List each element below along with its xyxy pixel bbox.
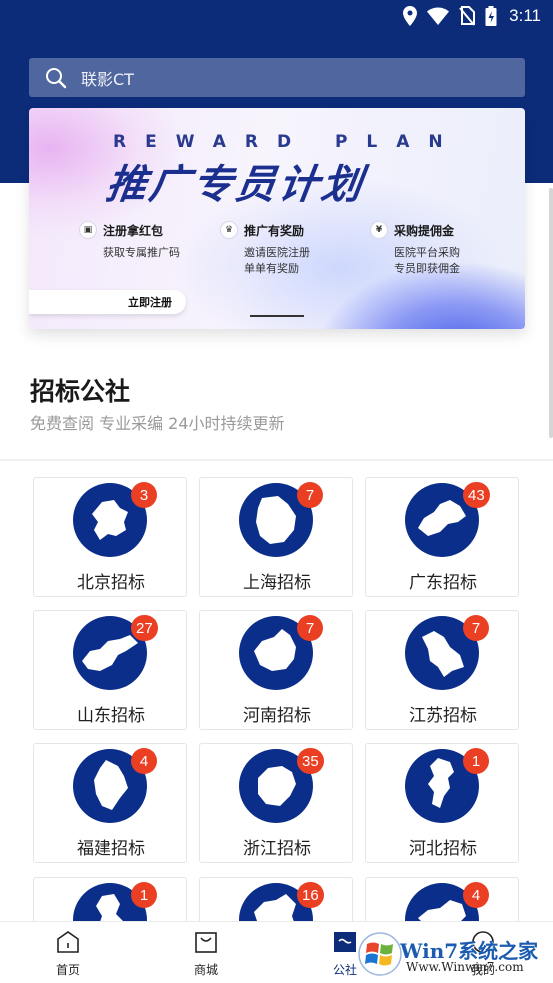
benefit-title: 注册拿红包	[103, 223, 164, 238]
section-divider	[0, 459, 553, 461]
region-card[interactable]: 16	[199, 877, 353, 921]
region-count-badge: 27	[131, 615, 158, 641]
region-name: 上海招标	[243, 573, 311, 593]
region-grid: 3 北京招标 7 上海招标 43 广东招标 27 山东招标 7 河南招标 7 江…	[33, 477, 520, 921]
section-subtitle: 免费查阅 专业采编 24小时持续更新	[30, 414, 285, 433]
region-card[interactable]: 3 北京招标	[33, 477, 187, 597]
region-count-badge: 7	[297, 615, 323, 641]
wifi-icon	[427, 7, 450, 25]
nav-label: 首页	[55, 963, 80, 977]
benefit-desc: 邀请医院注册	[244, 246, 310, 259]
banner-page-indicator	[250, 315, 304, 317]
region-name: 北京招标	[77, 573, 145, 593]
promo-banner[interactable]: REWARD PLAN 推广专员计划 ▣ 注册拿红包 获取专属推广码 ♛ 推广有…	[29, 108, 525, 329]
region-count-badge: 35	[297, 748, 324, 774]
home-icon	[57, 931, 79, 953]
region-card[interactable]: 4	[365, 877, 519, 921]
region-name: 浙江招标	[243, 839, 311, 859]
banner-title: 推广专员计划	[103, 162, 368, 208]
site-watermark: Win7系统之家 Www.Winwin7.com	[356, 929, 553, 981]
region-card[interactable]: 7 江苏招标	[365, 610, 519, 730]
region-count-badge: 7	[463, 615, 489, 641]
region-name: 山东招标	[77, 706, 145, 726]
benefit-desc: 获取专属推广码	[103, 246, 180, 259]
status-bar: 3:11	[0, 0, 553, 32]
scrollbar[interactable]	[549, 188, 553, 438]
trophy-icon: ♛	[220, 221, 238, 239]
region-card[interactable]: 35 浙江招标	[199, 743, 353, 863]
region-count-badge: 3	[131, 482, 157, 508]
region-card[interactable]: 4 福建招标	[33, 743, 187, 863]
benefit-promotion-reward: ♛ 推广有奖励 邀请医院注册 单单有奖励	[220, 221, 310, 277]
region-name: 江苏招标	[409, 706, 477, 726]
shop-bag-icon	[195, 932, 217, 953]
community-icon	[334, 932, 356, 952]
nav-item-shop[interactable]: 商城	[166, 930, 246, 978]
watermark-url: Www.Winwin7.com	[406, 960, 524, 974]
region-count-badge: 1	[463, 748, 489, 774]
section-title: 招标公社	[30, 377, 131, 406]
region-name: 福建招标	[77, 839, 145, 859]
benefit-desc: 专员即获佣金	[394, 262, 460, 275]
benefit-desc: 医院平台采购	[394, 246, 460, 259]
register-now-button[interactable]: 立即注册	[29, 290, 186, 314]
status-time: 3:11	[509, 6, 541, 25]
region-card[interactable]: 27 山东招标	[33, 610, 187, 730]
search-placeholder: 联影CT	[81, 69, 134, 89]
nav-label: 商城	[193, 963, 218, 977]
battery-icon	[485, 6, 497, 26]
region-count-badge: 4	[463, 882, 489, 908]
region-name: 河北招标	[409, 839, 477, 859]
search-icon	[45, 67, 67, 89]
windows-logo-icon	[358, 932, 402, 976]
region-name: 广东招标	[409, 573, 477, 593]
nav-item-home[interactable]: 首页	[28, 930, 108, 978]
benefit-desc: 单单有奖励	[244, 262, 299, 275]
benefit-register-red-packet: ▣ 注册拿红包 获取专属推广码	[79, 221, 180, 261]
benefit-commission: ¥ 采购提佣金 医院平台采购 专员即获佣金	[370, 221, 460, 277]
region-count-badge: 7	[297, 482, 323, 508]
region-count-badge: 43	[463, 482, 490, 508]
region-card[interactable]: 7 河南招标	[199, 610, 353, 730]
gift-icon: ▣	[79, 221, 97, 239]
region-count-badge: 16	[297, 882, 324, 908]
region-card[interactable]: 7 上海招标	[199, 477, 353, 597]
benefit-title: 推广有奖励	[244, 223, 305, 238]
money-icon: ¥	[370, 221, 388, 239]
no-sim-icon	[459, 6, 476, 26]
banner-subtitle-en: REWARD PLAN	[113, 132, 462, 152]
region-count-badge: 4	[131, 748, 157, 774]
region-card[interactable]: 1	[33, 877, 187, 921]
search-input[interactable]: 联影CT	[29, 58, 525, 97]
region-name: 河南招标	[243, 706, 311, 726]
region-card[interactable]: 43 广东招标	[365, 477, 519, 597]
region-card[interactable]: 1 河北招标	[365, 743, 519, 863]
region-count-badge: 1	[131, 882, 157, 908]
location-icon	[403, 6, 418, 26]
benefit-title: 采购提佣金	[394, 223, 455, 238]
